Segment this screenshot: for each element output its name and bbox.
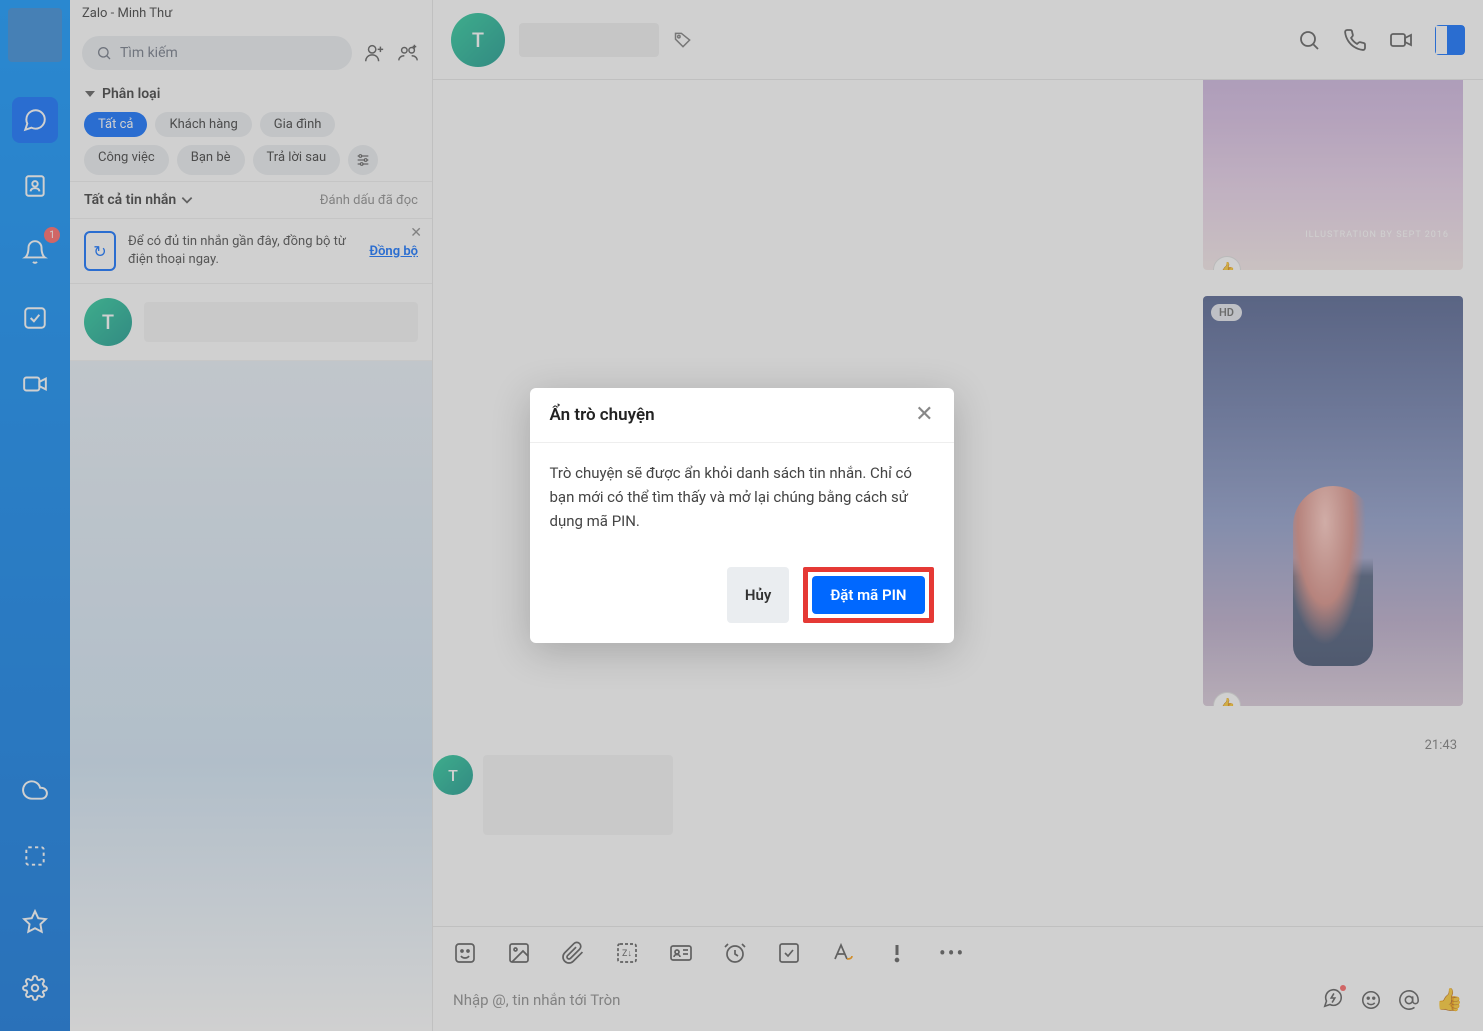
hide-chat-modal: Ẩn trò chuyện ✕ Trò chuyện sẽ được ẩn kh… — [530, 388, 954, 643]
modal-close[interactable]: ✕ — [915, 404, 933, 426]
modal-title: Ẩn trò chuyện — [550, 405, 655, 425]
cancel-button[interactable]: Hủy — [727, 567, 789, 623]
set-pin-button[interactable]: Đặt mã PIN — [812, 576, 924, 614]
highlight-annotation: Đặt mã PIN — [803, 567, 933, 623]
modal-body: Trò chuyện sẽ được ẩn khỏi danh sách tin… — [530, 443, 954, 551]
modal-overlay[interactable]: Ẩn trò chuyện ✕ Trò chuyện sẽ được ẩn kh… — [0, 0, 1483, 1031]
